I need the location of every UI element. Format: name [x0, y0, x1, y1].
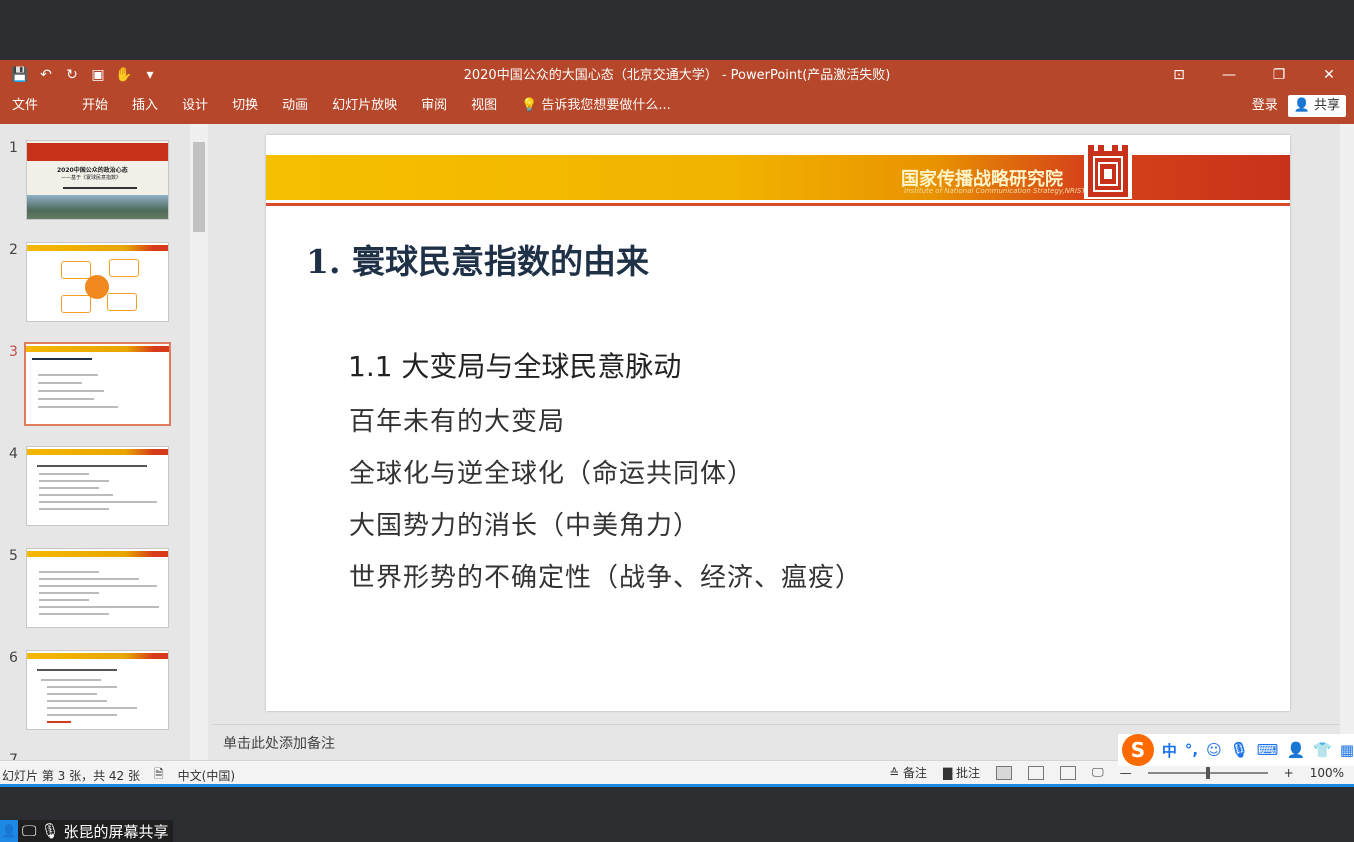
minimize-button[interactable]: — — [1204, 60, 1254, 91]
customize-qat-icon[interactable]: ▾ — [140, 64, 160, 86]
slide-thumbnail-5[interactable] — [26, 548, 169, 628]
thumb1-title: 2020中国公众的政治心态 — [57, 167, 128, 174]
thumbnail-scrollbar[interactable] — [190, 124, 208, 760]
tab-design[interactable]: 设计 — [170, 91, 220, 121]
slide-title[interactable]: 1. 寰球民意指数的由来 — [306, 235, 649, 283]
bullet-item[interactable]: 世界形势的不确定性（战争、经济、瘟疫） — [349, 557, 862, 594]
tab-file[interactable]: 文件 — [0, 91, 50, 121]
microphone-icon[interactable]: 🎙 — [1230, 741, 1249, 759]
header-banner — [266, 155, 1290, 200]
keyboard-icon[interactable]: ⌨ — [1257, 741, 1279, 759]
ribbon-display-icon[interactable]: ⊡ — [1154, 60, 1204, 91]
tab-transitions[interactable]: 切换 — [220, 91, 270, 121]
slide-subtitle[interactable]: 1.1 大变局与全球民意脉动 — [348, 345, 681, 385]
ime-mode[interactable]: 中 — [1162, 740, 1177, 761]
slide-number: 6 — [9, 650, 18, 666]
slide-number: 1 — [9, 140, 18, 156]
ime-toolbar[interactable]: S 中 °, ☺ 🎙 ⌨ 👤 👕 ▦ — [1118, 734, 1354, 766]
tab-review[interactable]: 审阅 — [409, 91, 459, 121]
window-controls: ⊡ — ❐ ✕ — [1154, 60, 1354, 91]
thumb1-subtitle: ——基于《寰球民意指数》 — [61, 175, 122, 181]
banner-divider — [266, 203, 1290, 206]
tell-me-text: 告诉我您想要做什么... — [541, 98, 671, 113]
screen-share-icon: 🖵 — [22, 822, 37, 840]
title-bar: 2020中国公众的大国心态（北京交通大学） - PowerPoint(产品激活失… — [0, 60, 1354, 91]
tab-animations[interactable]: 动画 — [270, 91, 320, 121]
tell-me-box[interactable]: 💡 告诉我您想要做什么... — [509, 91, 683, 121]
bullet-item[interactable]: 百年未有的大变局 — [349, 401, 565, 438]
notes-toggle-button[interactable]: ≙ 备注 — [889, 764, 927, 781]
slide-thumbnail-3[interactable] — [24, 342, 171, 426]
zoom-level[interactable]: 100% — [1310, 766, 1344, 780]
zoom-out-button[interactable]: — — [1120, 766, 1132, 780]
powerpoint-window: 2020中国公众的大国心态（北京交通大学） - PowerPoint(产品激活失… — [0, 60, 1354, 784]
comments-label: 批注 — [956, 766, 981, 780]
current-slide[interactable]: 国家传播战略研究院 Institute of National Communic… — [266, 135, 1290, 711]
slide-scrollbar[interactable] — [1340, 124, 1354, 760]
slide-number: 3 — [9, 344, 18, 360]
institute-name-en: Institute of National Communication Stra… — [904, 187, 1086, 195]
tab-slideshow[interactable]: 幻灯片放映 — [320, 91, 409, 121]
comments-button[interactable]: ▇ 批注 — [943, 764, 980, 781]
notes-placeholder[interactable]: 单击此处添加备注 — [223, 733, 335, 753]
normal-view-icon[interactable] — [996, 765, 1013, 780]
slideshow-view-icon[interactable]: 🖵 — [1092, 765, 1104, 780]
slide-number: 4 — [9, 446, 18, 462]
screen-share-tag[interactable]: 👤 🖵 🎙 张昆的屏幕共享 — [0, 820, 173, 842]
user-icon[interactable]: 👤 — [1286, 741, 1305, 759]
slide-thumbnail-pane[interactable]: 1 2020中国公众的政治心态 ——基于《寰球民意指数》 2 3 4 5 6 7 — [0, 124, 210, 760]
person-icon: 👤 — [1293, 98, 1310, 113]
slide-thumbnail-6[interactable] — [26, 650, 169, 730]
sogou-logo-icon[interactable]: S — [1122, 734, 1154, 766]
slide-counter: 幻灯片 第 3 张，共 42 张 — [2, 769, 140, 783]
slideshow-icon[interactable]: ▣ — [88, 64, 108, 86]
spellcheck-icon[interactable]: 🗎 — [154, 765, 164, 786]
screen-share-label: 张昆的屏幕共享 — [63, 822, 169, 841]
restore-button[interactable]: ❐ — [1254, 60, 1304, 91]
slide-editing-area[interactable]: 国家传播战略研究院 Institute of National Communic… — [212, 124, 1340, 724]
share-label: 共享 — [1313, 98, 1340, 113]
share-indicator-line — [0, 784, 1354, 787]
screen-top-area — [0, 0, 1354, 60]
lightbulb-icon: 💡 — [521, 98, 538, 113]
share-button[interactable]: 👤 共享 — [1287, 95, 1346, 117]
bullet-item[interactable]: 大国势力的消长（中美角力） — [349, 505, 700, 542]
undo-icon[interactable]: ↶ — [36, 64, 56, 86]
skin-icon[interactable]: 👕 — [1313, 741, 1332, 759]
ime-punct[interactable]: °, — [1185, 741, 1198, 759]
close-button[interactable]: ✕ — [1304, 60, 1354, 91]
slide-number: 2 — [9, 242, 18, 258]
slide-thumbnail-1[interactable]: 2020中国公众的政治心态 ——基于《寰球民意指数》 — [26, 140, 169, 220]
ribbon-tabs: 文件 开始 插入 设计 切换 动画 幻灯片放映 审阅 视图 💡 告诉我您想要做什… — [0, 91, 1354, 124]
zoom-slider[interactable] — [1147, 766, 1268, 779]
quick-access-toolbar: 💾 ↶ ↻ ▣ ✋ ▾ — [10, 64, 160, 86]
zoom-slider-thumb[interactable] — [1205, 766, 1210, 779]
slide-number: 5 — [9, 548, 18, 564]
zoom-in-button[interactable]: + — [1284, 766, 1294, 780]
slide-thumbnail-2[interactable] — [26, 242, 169, 322]
save-icon[interactable]: 💾 — [10, 64, 30, 86]
person-icon: 👤 — [0, 820, 18, 842]
language-indicator[interactable]: 中文(中国) — [178, 767, 235, 784]
meeting-bottom-area: 👤 🖵 🎙 张昆的屏幕共享 — [0, 784, 1354, 842]
reading-view-icon[interactable] — [1060, 765, 1077, 780]
apps-grid-icon[interactable]: ▦ — [1340, 741, 1354, 759]
touch-mode-icon[interactable]: ✋ — [114, 64, 134, 86]
tab-insert[interactable]: 插入 — [120, 91, 170, 121]
notes-toggle-label: 备注 — [902, 766, 927, 780]
login-link[interactable]: 登录 — [1252, 95, 1278, 117]
mic-icon: 🎙 — [40, 822, 60, 840]
slide-number: 7 — [9, 752, 18, 760]
slide-sorter-icon[interactable] — [1028, 765, 1045, 780]
institute-logo-icon — [1084, 143, 1132, 199]
slide-thumbnail-4[interactable] — [26, 446, 169, 526]
tab-home[interactable]: 开始 — [70, 91, 120, 121]
bullet-item[interactable]: 全球化与逆全球化（命运共同体） — [349, 453, 754, 490]
emoji-icon[interactable]: ☺ — [1206, 741, 1222, 759]
redo-icon[interactable]: ↻ — [62, 64, 82, 86]
scroll-thumb[interactable] — [193, 142, 205, 232]
window-title: 2020中国公众的大国心态（北京交通大学） - PowerPoint(产品激活失… — [463, 68, 891, 83]
tab-view[interactable]: 视图 — [459, 91, 509, 121]
